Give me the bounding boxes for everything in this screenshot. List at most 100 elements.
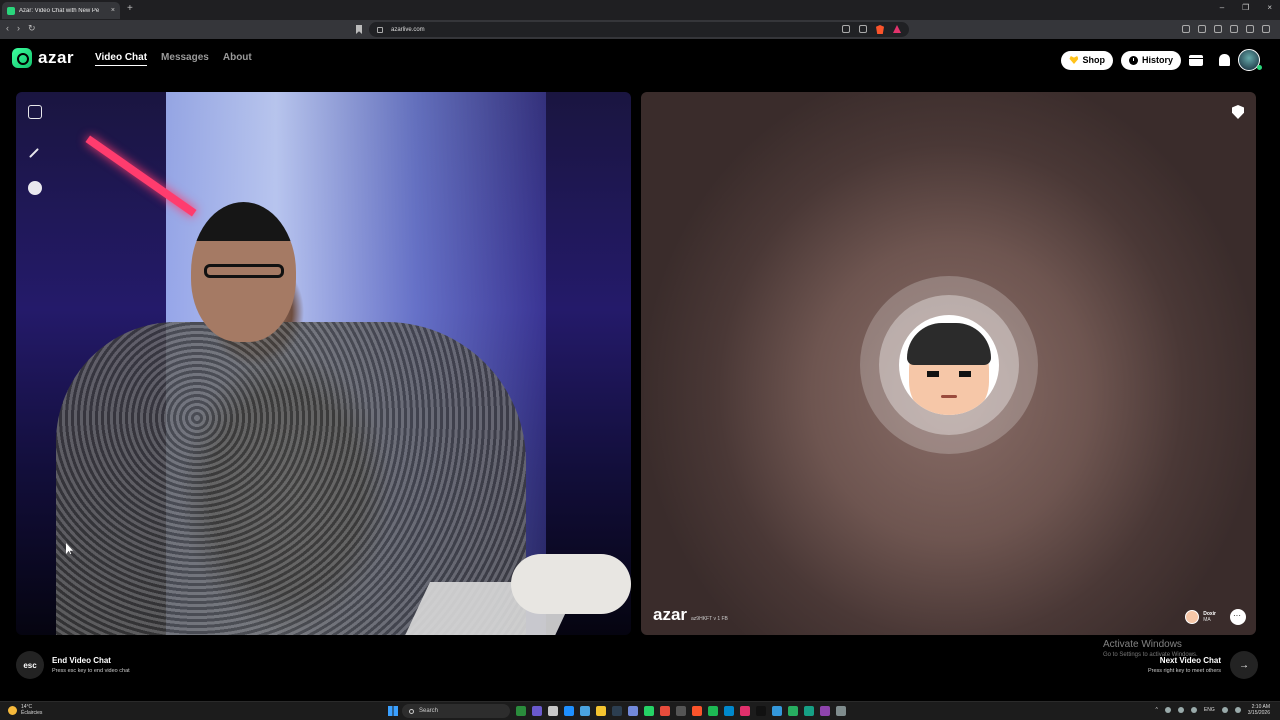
avatar-hair <box>907 323 991 365</box>
discord-app-icon[interactable] <box>628 706 638 716</box>
app-icon[interactable] <box>804 706 814 716</box>
remote-video: azar az9HKFT v 1 FB Doxir MA <box>641 92 1256 635</box>
weather-text: 14°C Éclaircies <box>21 704 42 716</box>
back-icon[interactable]: ‹ <box>6 23 9 34</box>
app-icon[interactable] <box>836 706 846 716</box>
sidebar-icon[interactable] <box>1182 25 1190 33</box>
new-tab-button[interactable]: + <box>127 3 133 14</box>
next-chat-button[interactable]: → <box>1230 651 1258 679</box>
wifi-icon[interactable] <box>1221 707 1228 713</box>
peer-mini-avatar <box>1185 610 1200 624</box>
telegram-app-icon[interactable] <box>724 706 734 716</box>
url-text: azarlive.com <box>391 26 425 33</box>
reload-icon[interactable]: ↻ <box>28 23 36 34</box>
bookmark-icon[interactable] <box>356 25 362 34</box>
brave-rewards-icon[interactable] <box>893 25 901 33</box>
nav-video-chat[interactable]: Video Chat <box>95 52 148 66</box>
reader-icon[interactable] <box>1214 25 1222 33</box>
whatsapp-app-icon[interactable] <box>644 706 654 716</box>
taskbar-apps <box>516 706 846 716</box>
store-app-icon[interactable] <box>580 706 590 716</box>
wallet-icon[interactable] <box>1230 25 1238 33</box>
instagram-app-icon[interactable] <box>740 706 750 716</box>
taskbar-clock[interactable]: 2:10 AM 3/15/2026 <box>1248 704 1270 716</box>
cast-icon[interactable] <box>842 25 850 33</box>
logo-text: azar <box>38 48 75 67</box>
browser-tabbar: Azar: Video Chat with New Pe × + – ❐ × <box>0 0 1280 20</box>
peer-avatar <box>899 315 999 415</box>
close-window-button[interactable]: × <box>1267 3 1272 12</box>
bell-icon[interactable] <box>1219 54 1230 66</box>
azar-logo-icon <box>12 48 32 68</box>
tray-chevron-icon[interactable]: ^ <box>1156 707 1158 713</box>
face-mask-icon[interactable] <box>28 181 42 195</box>
search-icon <box>409 708 414 714</box>
browser-addressbar: ‹ › ↻ azarlive.com <box>0 20 1280 39</box>
url-actions <box>842 25 901 34</box>
azar-logo[interactable]: azar <box>12 48 74 68</box>
watermark-text: azar <box>653 605 688 624</box>
vpn-icon[interactable] <box>1246 25 1254 33</box>
site-info-icon[interactable] <box>377 26 383 33</box>
music-icon[interactable] <box>1198 25 1206 33</box>
brave-app-icon[interactable] <box>692 706 702 716</box>
shop-button[interactable]: Shop <box>1061 50 1113 70</box>
spotify-app-icon[interactable] <box>708 706 718 716</box>
chat-bubble-icon[interactable] <box>1230 609 1246 625</box>
mic-icon[interactable] <box>1190 707 1197 713</box>
maximize-button[interactable]: ❐ <box>1242 3 1249 12</box>
gem-icon <box>1069 56 1079 64</box>
nav-about[interactable]: About <box>223 52 252 66</box>
clock-date: 3/15/2026 <box>1247 710 1270 716</box>
onedrive-icon[interactable] <box>1177 707 1184 713</box>
share-icon[interactable] <box>859 25 867 33</box>
brave-shields-icon[interactable] <box>876 25 884 34</box>
tab-close-icon[interactable]: × <box>111 7 115 14</box>
profile-avatar[interactable] <box>1238 49 1262 71</box>
app-icon[interactable] <box>820 706 830 716</box>
peer-country: MA <box>1203 617 1211 623</box>
report-shield-icon[interactable] <box>1232 105 1244 119</box>
watermark-id: az9HKFT v 1 FB <box>691 616 728 622</box>
url-field[interactable]: azarlive.com <box>369 22 909 37</box>
toolbar-extensions <box>1182 25 1270 33</box>
steam-app-icon[interactable] <box>612 706 622 716</box>
peer-meta: Doxir MA <box>1203 611 1216 623</box>
weather-widget[interactable]: 14°C Éclaircies <box>8 704 42 716</box>
end-chat-button[interactable]: esc <box>16 651 44 679</box>
weather-icon <box>8 705 17 715</box>
taskbar-search[interactable]: Search <box>402 704 510 718</box>
volume-icon[interactable] <box>1234 707 1241 713</box>
history-button[interactable]: History <box>1120 50 1181 70</box>
explorer-app-icon[interactable] <box>548 706 558 716</box>
peer-info[interactable]: Doxir MA <box>1185 610 1216 624</box>
xbox-app-icon[interactable] <box>516 706 526 716</box>
search-placeholder: Search <box>419 708 439 714</box>
folder-app-icon[interactable] <box>596 706 606 716</box>
expand-icon[interactable] <box>28 105 42 119</box>
app-icon[interactable] <box>660 706 670 716</box>
azar-page: azar Video Chat Messages About Shop Hist… <box>0 39 1280 701</box>
minimize-button[interactable]: – <box>1220 3 1224 12</box>
tiktok-app-icon[interactable] <box>756 706 766 716</box>
browser-tab[interactable]: Azar: Video Chat with New Pe × <box>2 2 120 19</box>
app-icon[interactable] <box>772 706 782 716</box>
teams-app-icon[interactable] <box>532 706 542 716</box>
forward-icon[interactable]: › <box>17 23 20 34</box>
person-glasses <box>204 264 284 278</box>
language-indicator[interactable]: ENG <box>1204 707 1215 713</box>
azar-favicon-icon <box>7 6 15 15</box>
menu-icon[interactable] <box>1262 25 1270 33</box>
end-chat-title: End Video Chat <box>52 656 111 665</box>
app-icon[interactable] <box>788 706 798 716</box>
windows-start-icon[interactable] <box>388 706 398 716</box>
effects-wand-icon[interactable] <box>29 148 39 158</box>
nav-buttons: ‹ › ↻ <box>6 23 36 34</box>
window-controls: – ❐ × <box>1220 3 1272 12</box>
app-icon[interactable] <box>676 706 686 716</box>
header-actions: Shop History <box>1061 49 1262 71</box>
edge-app-icon[interactable] <box>564 706 574 716</box>
nav-messages[interactable]: Messages <box>161 52 209 66</box>
inbox-icon[interactable] <box>1189 54 1203 66</box>
bluetooth-icon[interactable] <box>1164 707 1171 713</box>
